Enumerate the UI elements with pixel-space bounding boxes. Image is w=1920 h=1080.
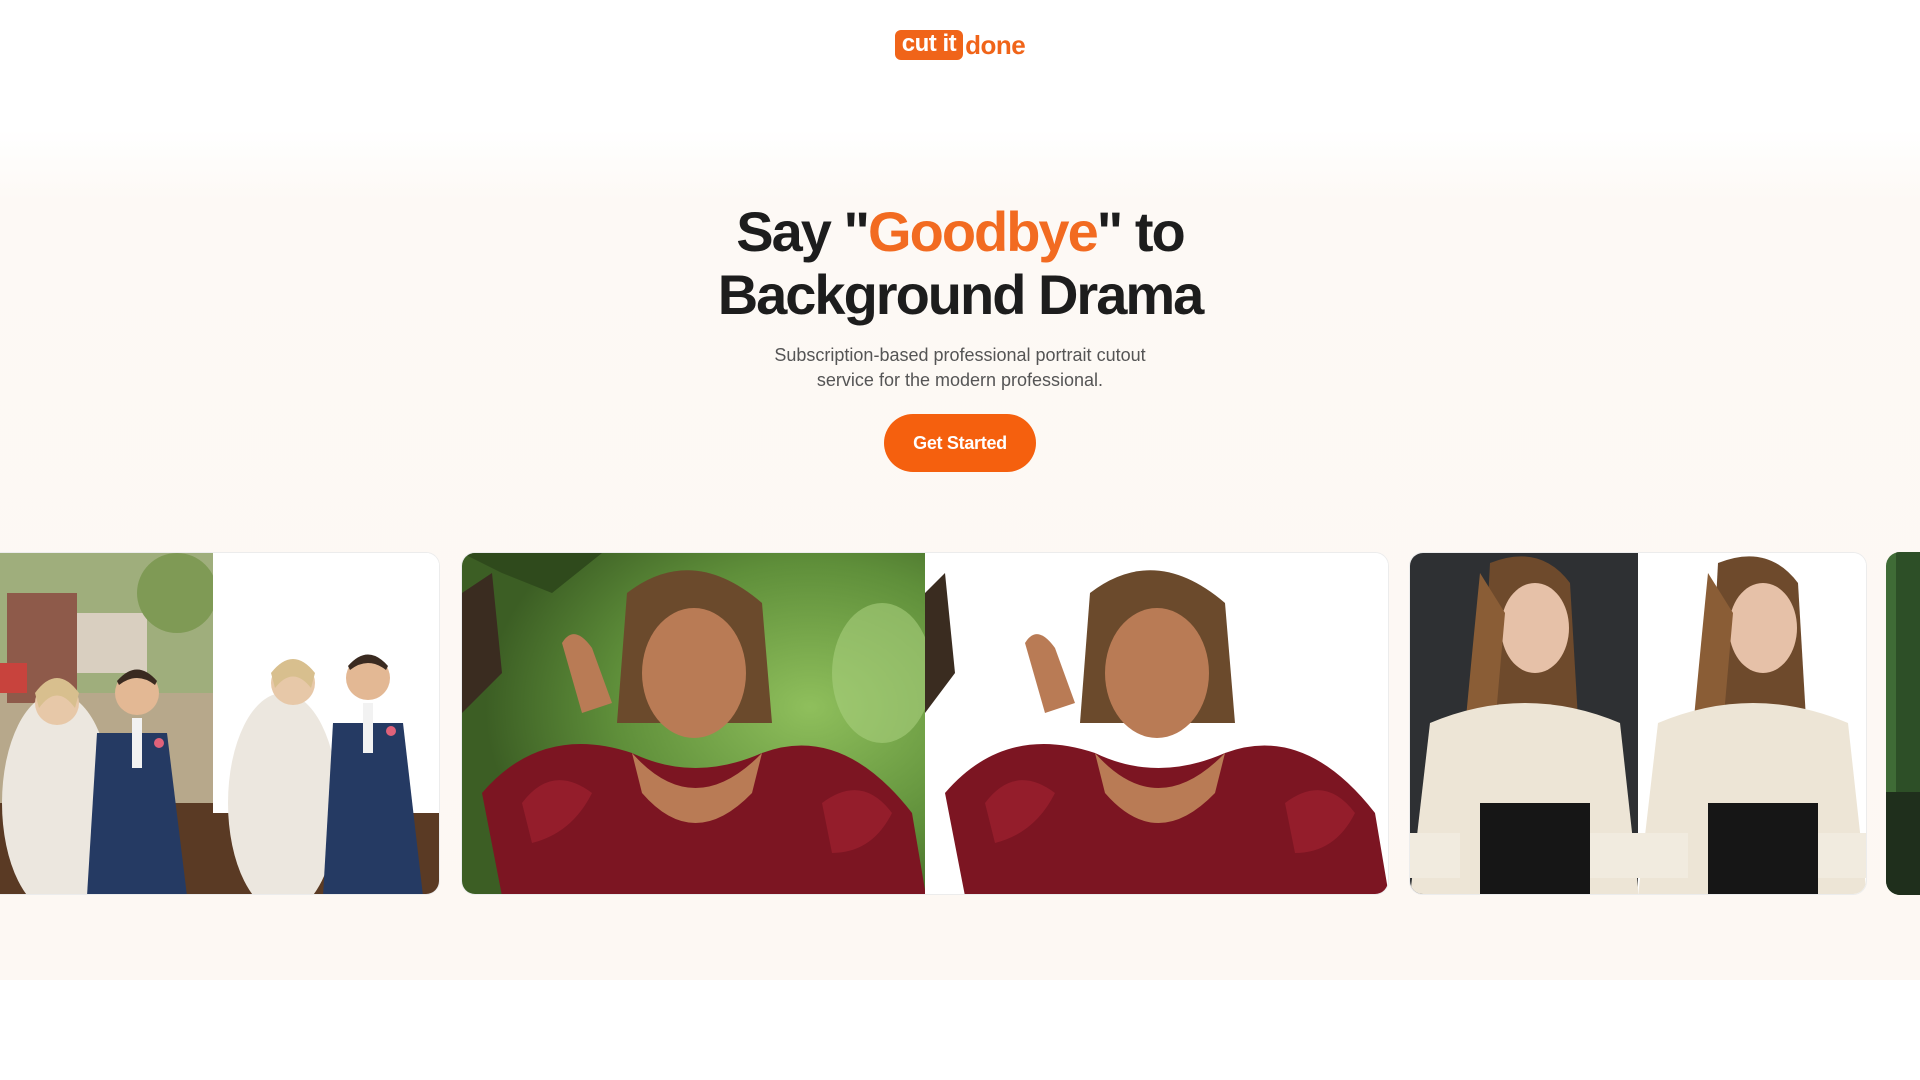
carousel-card-partial[interactable] [1886, 552, 1920, 895]
before-image-wedding [0, 553, 213, 894]
logo[interactable]: cut it done [894, 29, 1026, 61]
headline-post: " to [1096, 200, 1186, 263]
headline-accent: Goodbye [868, 200, 1099, 263]
before-image-red-dress [462, 553, 925, 894]
carousel-card-cream-blouse[interactable] [1409, 552, 1867, 895]
before-image-cream-blouse [1410, 553, 1638, 894]
logo-text: done [965, 29, 1026, 60]
after-image-cream-blouse [1638, 553, 1866, 894]
landing-page: cut it done Say "Goodbye" to Background … [0, 0, 1920, 1080]
carousel-card-wedding[interactable] [0, 552, 440, 895]
logo-box: cut it [894, 30, 964, 60]
subtext-line2: service for the modern professional. [816, 370, 1104, 390]
headline-line2: Background Drama [717, 263, 1205, 326]
after-image-wedding [213, 553, 439, 894]
before-after-carousel[interactable] [0, 552, 1920, 895]
hero-subtext: Subscription-based professional portrait… [0, 343, 1920, 393]
before-image-partial [1886, 552, 1920, 895]
carousel-card-red-dress[interactable] [461, 552, 1389, 895]
header: cut it done [0, 0, 1920, 90]
after-image-red-dress [925, 553, 1388, 894]
headline-pre: Say " [736, 200, 870, 263]
hero-headline: Say "Goodbye" to Background Drama [0, 200, 1920, 326]
get-started-button[interactable]: Get Started [884, 414, 1036, 472]
subtext-line1: Subscription-based professional portrait… [774, 345, 1146, 365]
